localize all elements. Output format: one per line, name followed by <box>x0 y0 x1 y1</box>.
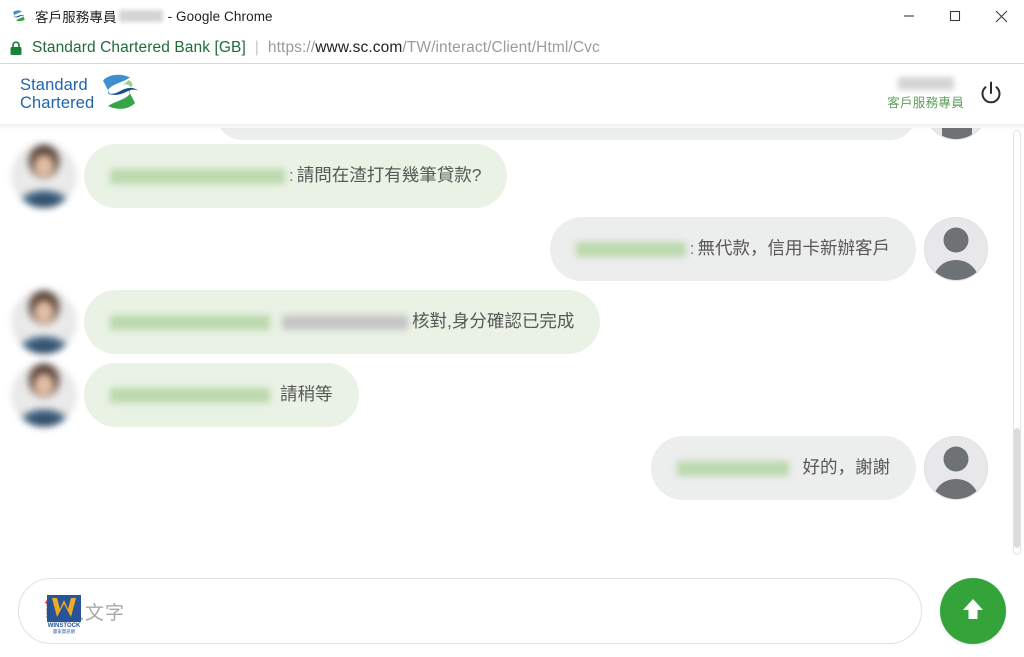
close-button[interactable] <box>978 0 1024 32</box>
message-text: 請稍等 <box>280 384 333 405</box>
message-meta-redacted <box>110 314 270 330</box>
url-scheme: https:// <box>267 38 316 56</box>
window-title-suffix: - Google Chrome <box>167 8 273 24</box>
chat-message-row: : 請問在渣打有幾筆貸款? <box>12 144 988 208</box>
site-identity-name: Standard Chartered Bank [GB] <box>32 38 246 56</box>
chat-message-row: 核對,身分確認已完成 <box>12 290 988 354</box>
user-generic-avatar <box>924 217 988 281</box>
message-meta-redacted <box>575 241 686 257</box>
scrollbar-thumb[interactable] <box>1014 428 1020 548</box>
logo-wordmark-line2: Chartered <box>20 94 95 112</box>
message-composer: WINSTOCK 贏家資訊網 輸入文字 <box>0 565 1024 657</box>
chat-bubble-user: 好的，謝謝 <box>650 436 916 500</box>
window-title-redacted <box>118 10 163 22</box>
chat-message-row: 好的，謝謝 <box>12 436 988 500</box>
chrome-browser-window: 客戶服務專員 - Google Chrome Standard Chartere… <box>0 0 1024 657</box>
chat-area: : 請問在渣打有幾筆貸款? : 無代款，信用卡新辦客戶 核對,身分確認已完成 請… <box>0 124 1024 565</box>
message-input-placeholder[interactable]: 輸入文字 <box>45 598 125 625</box>
browser-titlebar: 客戶服務專員 - Google Chrome <box>0 0 1024 32</box>
arrow-up-icon <box>958 594 988 629</box>
message-meta-redacted <box>110 387 270 403</box>
meta-colon: : <box>689 238 695 258</box>
power-off-button[interactable] <box>976 79 1006 109</box>
chat-bubble-agent: : 請問在渣打有幾筆貸款? <box>84 144 508 208</box>
message-text: 核對,身分確認已完成 <box>412 311 575 332</box>
scrollbar-track[interactable] <box>1013 130 1021 555</box>
agent-photo-avatar <box>12 144 76 208</box>
message-meta-redacted <box>110 168 285 184</box>
send-message-button[interactable] <box>940 578 1006 644</box>
web-page-content: Standard Chartered 客戶服務專員: 請問在渣打有幾筆貸款? … <box>0 64 1024 657</box>
url-host: www.sc.com <box>315 38 403 56</box>
agent-name-redacted <box>897 77 954 90</box>
maximize-button[interactable] <box>932 0 978 32</box>
window-controls <box>886 0 1024 32</box>
agent-photo-avatar <box>12 363 76 427</box>
logo-wordmark-line1: Standard <box>20 76 88 94</box>
agent-photo-avatar <box>12 290 76 354</box>
standard-chartered-logo-mark <box>99 70 139 119</box>
minimize-button[interactable] <box>886 0 932 32</box>
url-path: /TW/interact/Client/Html/Cvc <box>402 38 600 56</box>
chat-message-row: 請稍等 <box>12 363 988 427</box>
message-input-wrapper[interactable]: WINSTOCK 贏家資訊網 輸入文字 <box>18 578 922 644</box>
address-bar-url: https://www.sc.com/TW/interact/Client/Ht… <box>268 39 600 57</box>
address-bar[interactable]: Standard Chartered Bank [GB] | https://w… <box>0 32 1024 64</box>
chat-bubble-agent: 核對,身分確認已完成 <box>84 290 601 354</box>
lock-icon <box>8 40 24 56</box>
chat-bubble-agent: 請稍等 <box>84 363 359 427</box>
chat-scrollbar[interactable] <box>1010 124 1024 565</box>
window-title: 客戶服務專員 - Google Chrome <box>35 6 273 26</box>
svg-text:贏家資訊網: 贏家資訊網 <box>53 628 76 635</box>
chat-message-row: : 無代款，信用卡新辦客戶 <box>12 217 988 281</box>
user-generic-avatar <box>924 436 988 500</box>
agent-identity: 客戶服務專員 <box>887 77 964 111</box>
url-separator: | <box>254 38 259 56</box>
agent-role-label: 客戶服務專員 <box>887 96 964 110</box>
message-extra-redacted <box>282 314 408 330</box>
standard-chartered-logo: Standard Chartered <box>20 70 139 119</box>
message-text: 無代款，信用卡新辦客戶 <box>697 238 891 259</box>
meta-colon: : <box>289 165 294 185</box>
window-title-prefix: 客戶服務專員 <box>35 10 117 25</box>
chat-message-list: : 請問在渣打有幾筆貸款? : 無代款，信用卡新辦客戶 核對,身分確認已完成 請… <box>0 124 1010 565</box>
chat-bubble-user: : 無代款，信用卡新辦客戶 <box>549 217 916 281</box>
app-header: Standard Chartered 客戶服務專員 <box>0 64 1024 130</box>
message-meta-redacted <box>676 460 789 476</box>
message-text: 好的，謝謝 <box>802 457 891 478</box>
header-right-section: 客戶服務專員 <box>887 77 1006 111</box>
message-text: 請問在渣打有幾筆貸款? <box>296 165 482 186</box>
standard-chartered-favicon <box>10 7 28 25</box>
logo-wordmark: Standard Chartered <box>20 76 94 112</box>
